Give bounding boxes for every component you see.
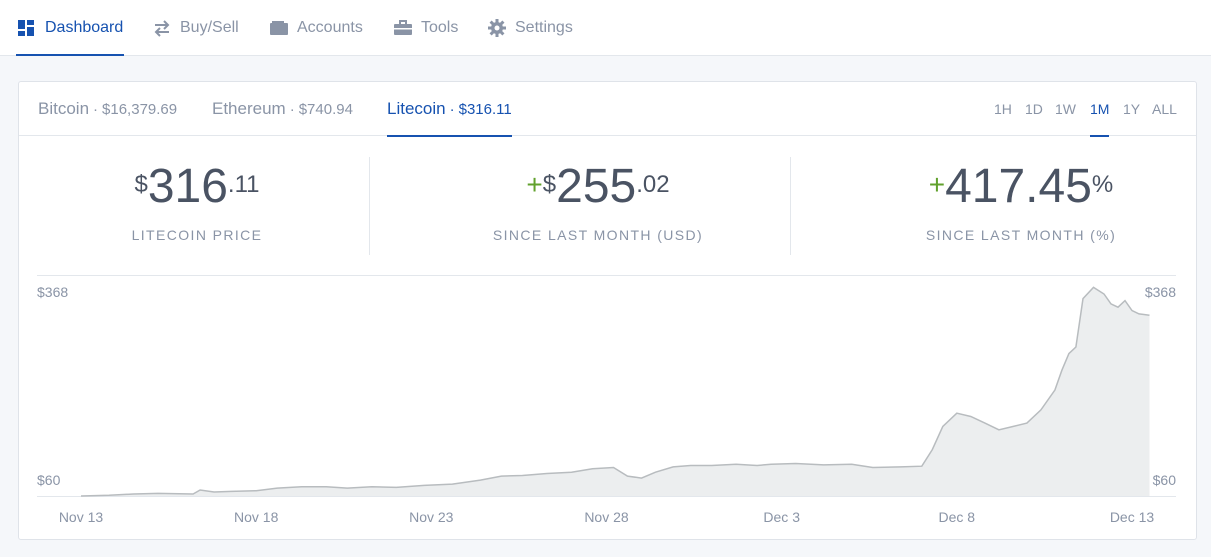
tab-litecoin-price: $316.11 xyxy=(458,100,512,118)
dashboard-icon xyxy=(17,18,37,38)
nav-dashboard[interactable]: Dashboard xyxy=(15,0,125,56)
nav-accounts-label: Accounts xyxy=(297,19,363,36)
stat-change-usd-label: SINCE LAST MONTH (USD) xyxy=(492,227,704,243)
tab-litecoin-name: Litecoin xyxy=(387,99,446,118)
stat-price-label: LITECOIN PRICE xyxy=(131,227,263,243)
range-1y[interactable]: 1Y xyxy=(1123,82,1140,136)
stat-change-usd-value: +$255.02 xyxy=(526,160,670,213)
swap-arrows-icon xyxy=(152,18,172,38)
stat-change-pct-value: +417.45% xyxy=(928,160,1114,213)
range-all[interactable]: ALL xyxy=(1152,82,1177,136)
nav-buy-sell-label: Buy/Sell xyxy=(180,19,239,36)
briefcase-icon xyxy=(393,18,413,38)
nav-tools-label: Tools xyxy=(421,19,459,36)
stat-divider xyxy=(790,157,791,255)
tab-ethereum-name: Ethereum xyxy=(212,99,286,118)
stat-litecoin-price: $316.11 LITECOIN PRICE xyxy=(27,157,367,257)
top-nav: Dashboard Buy/Sell Accounts Tools Settin… xyxy=(0,0,1211,56)
tab-separator: · xyxy=(93,100,99,118)
price-chart-card: Bitcoin · $16,379.69 Ethereum · $740.94 … xyxy=(18,81,1197,540)
tab-litecoin[interactable]: Litecoin · $316.11 xyxy=(387,82,512,137)
range-1h[interactable]: 1H xyxy=(994,82,1012,136)
tab-separator: · xyxy=(289,100,295,118)
stat-price-value: $316.11 xyxy=(134,160,260,213)
tab-bitcoin[interactable]: Bitcoin · $16,379.69 xyxy=(38,82,177,136)
nav-tools[interactable]: Tools xyxy=(393,0,458,56)
nav-settings-label: Settings xyxy=(515,19,573,36)
gear-icon xyxy=(487,18,507,38)
wallet-icon xyxy=(269,18,289,38)
stat-change-pct-label: SINCE LAST MONTH (%) xyxy=(925,227,1117,243)
nav-buy-sell[interactable]: Buy/Sell xyxy=(152,0,239,56)
tab-ethereum-price: $740.94 xyxy=(298,100,353,118)
tab-bitcoin-name: Bitcoin xyxy=(38,99,90,118)
tab-separator: · xyxy=(449,100,455,118)
tab-bitcoin-price: $16,379.69 xyxy=(102,100,178,118)
stat-divider xyxy=(369,157,370,255)
range-1m[interactable]: 1M xyxy=(1090,82,1110,137)
stat-change-pct: +417.45% SINCE LAST MONTH (%) xyxy=(851,157,1191,257)
range-1d[interactable]: 1D xyxy=(1025,82,1043,136)
stat-change-usd: +$255.02 SINCE LAST MONTH (USD) xyxy=(428,157,768,257)
nav-accounts[interactable]: Accounts xyxy=(269,0,363,56)
nav-settings[interactable]: Settings xyxy=(487,0,573,56)
nav-dashboard-label: Dashboard xyxy=(45,19,124,36)
coin-tabs-row: Bitcoin · $16,379.69 Ethereum · $740.94 … xyxy=(19,82,1196,137)
range-1w[interactable]: 1W xyxy=(1055,82,1076,136)
tab-ethereum[interactable]: Ethereum · $740.94 xyxy=(212,82,353,136)
